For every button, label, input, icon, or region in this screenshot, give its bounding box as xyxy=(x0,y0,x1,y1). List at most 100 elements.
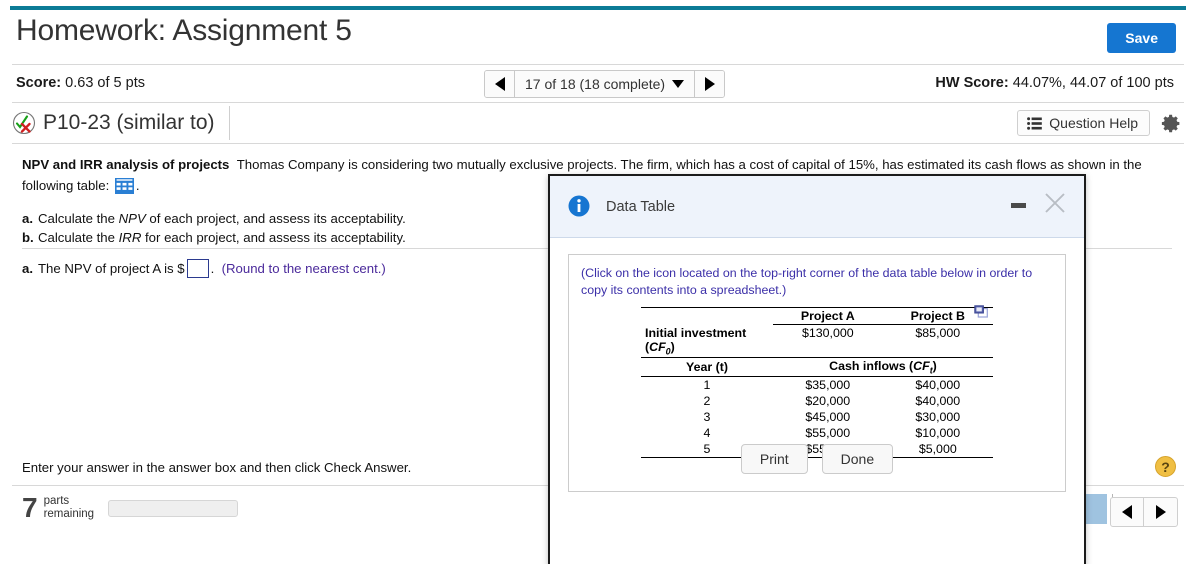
initial-investment-text: Initial investment xyxy=(645,325,747,340)
project-b-cell: $40,000 xyxy=(915,394,961,409)
year-header: Year (t) xyxy=(641,356,773,378)
info-icon xyxy=(568,195,590,217)
hw-score-text: HW Score: 44.07%, 44.07 of 100 pts xyxy=(935,75,1174,91)
subpart-a-post: of each project, and assess its acceptab… xyxy=(145,211,406,226)
answer-hint: (Round to the nearest cent.) xyxy=(221,261,386,276)
triangle-left-icon xyxy=(494,77,505,91)
answer-marker: a. xyxy=(22,261,33,276)
pager-label-text: 17 of 18 (18 complete) xyxy=(525,76,666,92)
minimize-icon[interactable] xyxy=(1011,203,1026,208)
question-help-button[interactable]: Question Help xyxy=(1017,110,1150,136)
footer-next-button[interactable] xyxy=(1144,498,1177,526)
problem-id-bar: P10-23 (similar to) Question Help xyxy=(0,104,1194,142)
pager-dropdown[interactable]: 17 of 18 (18 complete) xyxy=(515,71,695,97)
dialog-footer: Print Done xyxy=(550,444,1084,474)
application-window: Homework: Assignment 5 Save Score: 0.63 … xyxy=(0,0,1194,564)
copy-to-spreadsheet-icon[interactable] xyxy=(974,305,988,318)
column-header-project-a: Project A xyxy=(773,307,883,325)
dialog-body: (Click on the icon located on the top-ri… xyxy=(550,238,1084,492)
parts-remaining-label: parts remaining xyxy=(44,495,95,521)
table-subheader-row: Year (t) Cash inflows (CFt) xyxy=(641,356,993,378)
cash-inflows-header: Cash inflows (CFt) xyxy=(773,356,993,378)
table-row: 1 $35,000 $40,000 xyxy=(641,377,993,394)
dialog-title: Data Table xyxy=(606,199,676,215)
subpart-a-emphasis: NPV xyxy=(118,211,146,226)
project-a-cell: $35,000 xyxy=(805,378,851,393)
partial-credit-icon xyxy=(12,111,36,135)
subpart-b-post: for each project, and assess its accepta… xyxy=(141,230,406,245)
problem-id-group: P10-23 (similar to) xyxy=(12,106,230,140)
initial-investment-label: Initial investment (CF0) xyxy=(641,325,773,358)
question-body-tail: . xyxy=(135,178,140,193)
year-cell: 4 xyxy=(703,426,711,441)
instruction-note: Enter your answer in the answer box and … xyxy=(22,460,412,475)
score-text: Score: 0.63 of 5 pts xyxy=(16,75,145,91)
top-accent-rule xyxy=(10,6,1186,10)
subpart-b-pre: Calculate the xyxy=(38,230,119,245)
chevron-down-icon xyxy=(672,80,685,88)
triangle-left-icon xyxy=(1122,505,1132,519)
parts-remaining-group: 7 parts remaining xyxy=(22,492,239,523)
print-button[interactable]: Print xyxy=(740,444,808,474)
project-a-cell: $45,000 xyxy=(805,410,851,425)
copy-instruction-note: (Click on the icon located on the top-ri… xyxy=(581,266,1033,297)
subpart-b-marker: b. xyxy=(22,230,34,245)
question-bold-lead: NPV and IRR analysis of projects xyxy=(22,157,230,172)
table-row: 4 $55,000 $10,000 xyxy=(641,425,993,441)
cash-flow-table: Project A Project B Initial investment (… xyxy=(641,307,993,459)
pager-previous-button[interactable] xyxy=(485,71,515,97)
dialog-header: Data Table xyxy=(550,176,1084,238)
table-header-row: Project A Project B xyxy=(641,307,993,325)
parts-remaining-count: 7 xyxy=(22,492,38,523)
score-label: Score: xyxy=(16,75,62,91)
answer-input[interactable] xyxy=(186,259,209,278)
question-subpart-b: b. Calculate the IRR for each project, an… xyxy=(22,229,406,247)
project-a-cell: $55,000 xyxy=(805,426,851,441)
answer-row: a. The NPV of project A is $. (Round to t… xyxy=(22,259,386,278)
table-row-initial-investment: Initial investment (CF0) $130,000 $85,00… xyxy=(641,325,993,358)
year-cell: 3 xyxy=(703,410,711,425)
subpart-b-emphasis: IRR xyxy=(118,230,142,245)
save-button[interactable]: Save xyxy=(1107,23,1176,54)
initial-investment-project-a: $130,000 xyxy=(801,326,854,340)
footer-navigation[interactable] xyxy=(1110,497,1178,527)
help-icon[interactable]: ? xyxy=(1155,456,1176,477)
list-icon xyxy=(1027,116,1043,130)
divider-title xyxy=(12,64,1184,65)
question-subpart-a: a. Calculate the NPV of each project, and… xyxy=(22,210,406,228)
gear-icon[interactable] xyxy=(1161,113,1182,134)
year-cell: 2 xyxy=(703,394,711,409)
problem-id-label: P10-23 (similar to) xyxy=(43,111,215,134)
data-table-icon[interactable] xyxy=(114,178,134,194)
table-row: 2 $20,000 $40,000 xyxy=(641,393,993,409)
progress-bar[interactable] xyxy=(108,499,239,517)
pager-next-button[interactable] xyxy=(694,71,725,97)
answer-prompt: The NPV of project A is $ xyxy=(38,261,185,276)
score-value: 0.63 of 5 pts xyxy=(65,75,145,91)
project-a-cell: $20,000 xyxy=(805,394,851,409)
footer-previous-button[interactable] xyxy=(1111,498,1144,526)
obscured-action-button[interactable] xyxy=(1083,494,1107,524)
data-table-dialog: Data Table (Click on the icon located on… xyxy=(548,174,1086,564)
answer-suffix: . xyxy=(210,261,215,276)
done-button[interactable]: Done xyxy=(821,444,894,474)
hw-score-label: HW Score: xyxy=(935,75,1009,91)
table-corner-cell xyxy=(641,307,773,325)
triangle-right-icon xyxy=(1155,505,1166,519)
page-title: Homework: Assignment 5 xyxy=(16,14,352,47)
initial-investment-symbol: (CF0) xyxy=(645,339,675,356)
question-subparts: a. Calculate the NPV of each project, and… xyxy=(22,210,406,248)
year-cell: 1 xyxy=(703,378,711,393)
subpart-a-pre: Calculate the xyxy=(38,211,119,226)
question-help-label: Question Help xyxy=(1049,115,1138,131)
divider-problem-id xyxy=(12,143,1184,144)
title-bar: Homework: Assignment 5 Save xyxy=(0,12,1194,62)
divider-score xyxy=(12,102,1184,103)
parts-remaining-word-1: parts xyxy=(43,495,70,507)
close-icon[interactable] xyxy=(1042,190,1068,216)
triangle-right-icon xyxy=(704,77,715,91)
project-b-cell: $40,000 xyxy=(915,378,961,393)
question-pager[interactable]: 17 of 18 (18 complete) xyxy=(484,70,726,98)
initial-investment-project-b: $85,000 xyxy=(915,326,961,340)
hw-score-value: 44.07%, 44.07 of 100 pts xyxy=(1012,75,1174,91)
